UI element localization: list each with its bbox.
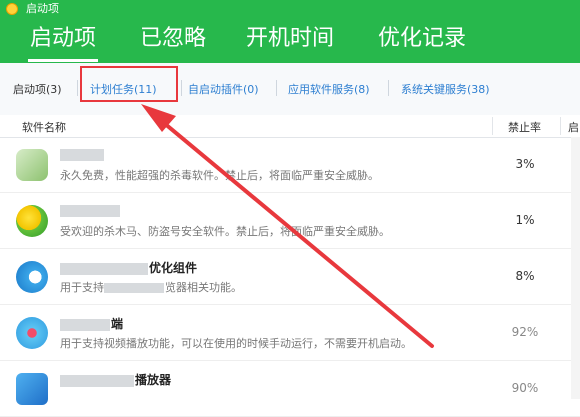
blurred-name: [60, 262, 148, 275]
app-logo-icon: [6, 3, 18, 15]
window-title: 启动项: [26, 2, 59, 15]
blurred-name: [60, 204, 120, 217]
tab-ignored[interactable]: 已忽略: [140, 22, 206, 56]
blurred-name: [60, 148, 104, 161]
table-row[interactable]: 受欢迎的杀木马、防盗号安全软件。禁止后，将面临严重安全威胁。 1%: [0, 193, 580, 249]
row-name: [60, 203, 121, 217]
divider: [77, 80, 78, 96]
security-guard-icon: [16, 205, 48, 237]
table-row[interactable]: 播放器 90%: [0, 361, 580, 417]
blurred-text: [104, 283, 164, 293]
column-header-third[interactable]: 启: [568, 119, 579, 135]
blurred-name: [60, 318, 110, 331]
divider: [276, 80, 277, 96]
column-header-name[interactable]: 软件名称: [22, 119, 66, 135]
tab-optimize-log[interactable]: 优化记录: [378, 22, 466, 56]
music-player-icon: [16, 373, 48, 405]
ban-rate: 8%: [515, 269, 535, 283]
tab-boot-time[interactable]: 开机时间: [246, 22, 334, 56]
column-divider: [560, 117, 561, 135]
column-divider: [492, 117, 493, 135]
ban-rate: 90%: [511, 381, 539, 395]
row-name: [60, 147, 105, 161]
app-header: 启动项 启动项 已忽略 开机时间 优化记录: [0, 0, 580, 63]
divider: [181, 80, 182, 96]
row-description: 受欢迎的杀木马、防盗号安全软件。禁止后，将面临严重安全威胁。: [60, 225, 390, 238]
video-player-icon: [16, 317, 48, 349]
table-row[interactable]: 端 用于支持视频播放功能，可以在使用的时候手动运行，不需要开机启动。 92%: [0, 305, 580, 361]
subtab-autostart-plugins[interactable]: 自启动插件(0): [188, 81, 259, 97]
subtab-startup-items[interactable]: 启动项(3): [13, 81, 62, 97]
tab-startup[interactable]: 启动项: [27, 22, 99, 62]
subtab-system-services[interactable]: 系统关键服务(38): [401, 81, 490, 97]
row-name: 端: [60, 315, 123, 332]
browser-icon: [16, 261, 48, 293]
shield-green-icon: [16, 149, 48, 181]
subtab-app-services[interactable]: 应用软件服务(8): [288, 81, 370, 97]
row-name: 优化组件: [60, 259, 197, 276]
column-header-ban-rate[interactable]: 禁止率: [508, 119, 541, 135]
blurred-name: [60, 374, 134, 387]
row-name: 播放器: [60, 371, 171, 388]
ban-rate: 1%: [515, 213, 535, 227]
table-row[interactable]: 永久免费，性能超强的杀毒软件。禁止后，将面临严重安全威胁。 3%: [0, 137, 580, 193]
row-description: 用于支持视频播放功能，可以在使用的时候手动运行，不需要开机启动。: [60, 337, 412, 350]
divider: [388, 80, 389, 96]
row-description: 用于支持 览器相关功能。: [60, 281, 242, 294]
ban-rate: 92%: [511, 325, 539, 339]
ban-rate: 3%: [515, 157, 535, 171]
highlight-box: [80, 66, 178, 102]
vertical-scrollbar[interactable]: [571, 137, 580, 399]
table-header: 软件名称 禁止率 启: [0, 115, 580, 138]
table-row[interactable]: 优化组件 用于支持 览器相关功能。 8%: [0, 249, 580, 305]
row-description: 永久免费，性能超强的杀毒软件。禁止后，将面临严重安全威胁。: [60, 169, 379, 182]
